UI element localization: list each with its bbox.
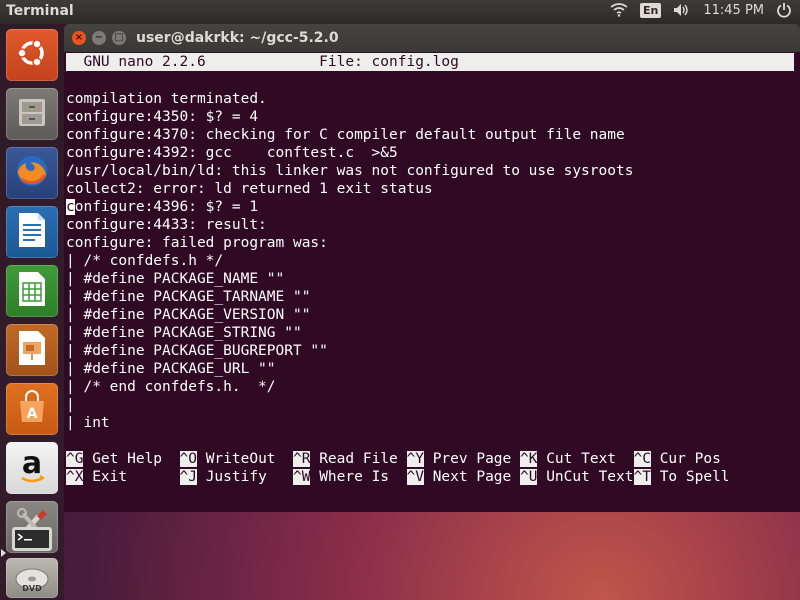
file-line: | #define PACKAGE_BUGREPORT "" bbox=[66, 343, 328, 359]
file-line: configure: failed program was: bbox=[66, 235, 328, 251]
calc-spreadsheet-icon bbox=[16, 270, 48, 312]
ubuntu-logo-icon bbox=[14, 35, 50, 75]
firefox-icon bbox=[12, 151, 52, 195]
indicator-area: En 11:45 PM bbox=[610, 2, 792, 18]
shortcut-key[interactable]: ^T bbox=[633, 469, 651, 485]
file-line: | int bbox=[66, 415, 110, 431]
shortcut-key[interactable]: ^O bbox=[179, 451, 197, 467]
shortcut-key[interactable]: ^W bbox=[293, 469, 311, 485]
file-line: compilation terminated. bbox=[66, 91, 267, 107]
file-line: | #define PACKAGE_VERSION "" bbox=[66, 307, 311, 323]
launcher-item-dvd[interactable]: DVD bbox=[6, 558, 58, 598]
shortcut-key[interactable]: ^K bbox=[520, 451, 538, 467]
file-line: | bbox=[66, 397, 75, 413]
maximize-button[interactable]: □ bbox=[112, 31, 126, 45]
file-cabinet-icon bbox=[14, 94, 50, 134]
file-line: | #define PACKAGE_STRING "" bbox=[66, 325, 302, 341]
file-line: configure:4370: checking for C compiler … bbox=[66, 127, 625, 143]
window-titlebar[interactable]: × − □ user@dakrkk: ~/gcc-5.2.0 bbox=[64, 24, 800, 52]
shortcut-key[interactable]: ^C bbox=[633, 451, 651, 467]
file-line: configure:4392: gcc conftest.c >&5 bbox=[66, 145, 398, 161]
terminal-icon bbox=[10, 525, 54, 557]
shopping-bag-icon: A bbox=[14, 389, 50, 429]
top-panel: Terminal En 11:45 PM bbox=[0, 0, 800, 24]
terminal-window: × − □ user@dakrkk: ~/gcc-5.2.0 GNU nano … bbox=[64, 24, 800, 600]
file-line: | /* confdefs.h */ bbox=[66, 253, 224, 269]
wifi-icon[interactable] bbox=[610, 3, 628, 17]
window-title: user@dakrkk: ~/gcc-5.2.0 bbox=[136, 30, 339, 46]
power-icon[interactable] bbox=[776, 2, 792, 18]
shortcut-bar-row-2: ^X Exit ^J Justify ^W Where Is ^V Next P… bbox=[66, 468, 730, 486]
file-line: | /* end confdefs.h. */ bbox=[66, 379, 276, 395]
shortcut-label: Cur Pos bbox=[650, 451, 721, 467]
file-line: | #define PACKAGE_TARNAME "" bbox=[66, 289, 311, 305]
launcher-item-libreoffice-calc[interactable] bbox=[6, 265, 58, 317]
amazon-icon: a bbox=[14, 446, 50, 486]
shortcut-label: Exit bbox=[83, 469, 180, 485]
file-line: | #define PACKAGE_URL "" bbox=[66, 361, 276, 377]
dvd-icon: DVD bbox=[12, 559, 52, 597]
shortcut-label: Prev Page bbox=[423, 451, 520, 467]
shortcut-label: UnCut Text bbox=[537, 469, 634, 485]
svg-text:A: A bbox=[27, 406, 38, 422]
file-line: configure:4350: $? = 4 bbox=[66, 109, 259, 125]
shortcut-label: Justify bbox=[196, 469, 293, 485]
launcher-item-firefox[interactable] bbox=[6, 147, 58, 199]
close-button[interactable]: × bbox=[72, 31, 86, 45]
shortcut-key[interactable]: ^G bbox=[66, 451, 84, 467]
shortcut-key[interactable]: ^J bbox=[179, 469, 197, 485]
volume-icon[interactable] bbox=[673, 3, 691, 17]
file-line: collect2: error: ld returned 1 exit stat… bbox=[66, 181, 433, 197]
launcher-item-software-center[interactable]: A bbox=[6, 383, 58, 435]
shortcut-label: To Spell bbox=[650, 469, 730, 485]
launcher-item-libreoffice-writer[interactable] bbox=[6, 206, 58, 258]
shortcut-label: Read File bbox=[310, 451, 407, 467]
launcher-item-terminal[interactable] bbox=[1, 525, 58, 557]
impress-presentation-icon bbox=[16, 329, 48, 371]
active-app-indicator bbox=[1, 549, 6, 557]
shortcut-label: WriteOut bbox=[196, 451, 293, 467]
shortcut-key[interactable]: ^X bbox=[66, 469, 84, 485]
clock[interactable]: 11:45 PM bbox=[703, 3, 764, 18]
launcher: A a DVD bbox=[0, 24, 64, 600]
shortcut-key[interactable]: ^Y bbox=[406, 451, 424, 467]
terminal-content[interactable]: GNU nano 2.2.6 File: config.log compilat… bbox=[64, 52, 800, 512]
file-line: onfigure:4396: $? = 1 bbox=[74, 199, 259, 215]
launcher-item-amazon[interactable]: a bbox=[6, 442, 58, 494]
shortcut-key[interactable]: ^V bbox=[406, 469, 424, 485]
file-line-with-cursor: configure:4396: $? = 1 bbox=[66, 198, 258, 216]
svg-text:DVD: DVD bbox=[22, 584, 42, 593]
file-line: /usr/local/bin/ld: this linker was not c… bbox=[66, 163, 634, 179]
active-app-title: Terminal bbox=[6, 3, 74, 19]
file-line: | #define PACKAGE_NAME "" bbox=[66, 271, 285, 287]
shortcut-bar-row-1: ^G Get Help ^O WriteOut ^R Read File ^Y … bbox=[66, 450, 721, 468]
launcher-item-files[interactable] bbox=[6, 88, 58, 140]
text-cursor: c bbox=[66, 199, 75, 215]
keyboard-language-indicator[interactable]: En bbox=[639, 2, 662, 18]
nano-header: GNU nano 2.2.6 File: config.log bbox=[66, 53, 794, 71]
launcher-item-ubuntu-dash[interactable] bbox=[6, 29, 58, 81]
launcher-item-libreoffice-impress[interactable] bbox=[6, 324, 58, 376]
shortcut-label: Next Page bbox=[423, 469, 520, 485]
shortcut-key[interactable]: ^U bbox=[520, 469, 538, 485]
file-line: configure:4433: result: bbox=[66, 217, 267, 233]
shortcut-label: Get Help bbox=[83, 451, 180, 467]
shortcut-label: Where Is bbox=[310, 469, 407, 485]
shortcut-key[interactable]: ^R bbox=[293, 451, 311, 467]
writer-document-icon bbox=[16, 211, 48, 253]
minimize-button[interactable]: − bbox=[92, 31, 106, 45]
shortcut-label: Cut Text bbox=[537, 451, 634, 467]
